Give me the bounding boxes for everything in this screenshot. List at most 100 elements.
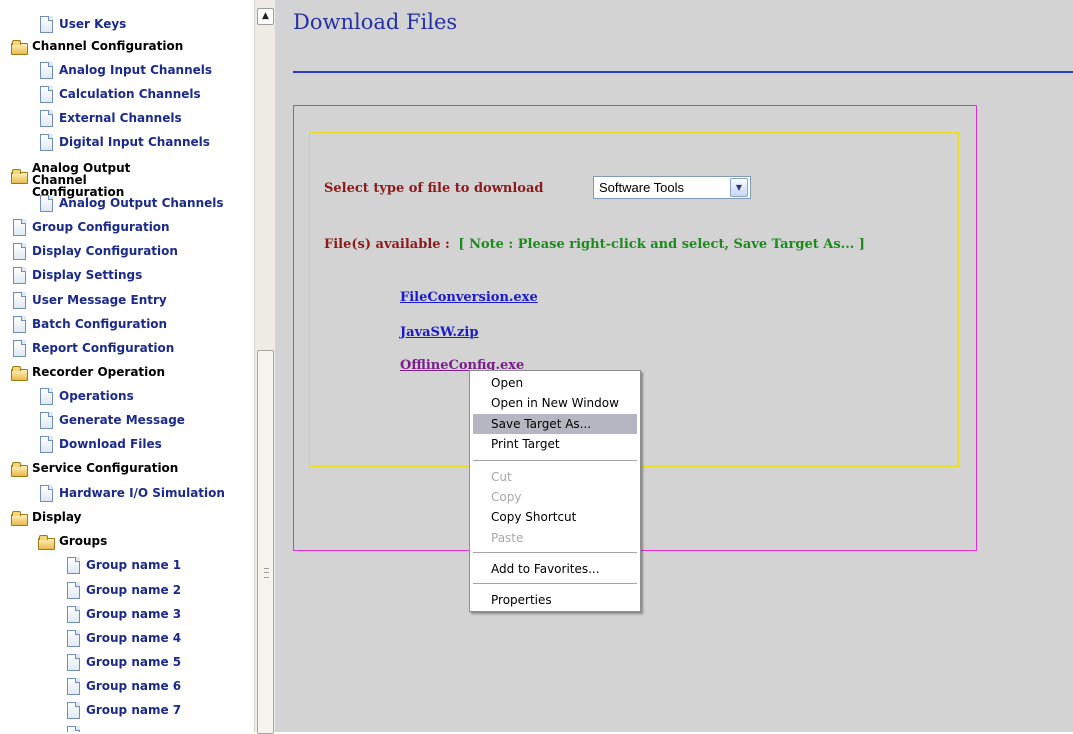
- tree-item-label: Batch Configuration: [32, 317, 168, 331]
- tree-item-label: Report Configuration: [32, 341, 175, 355]
- tree-item-label: Group Configuration: [32, 220, 170, 234]
- tree-item-report-configuration[interactable]: Report Configuration: [11, 337, 174, 359]
- tree-item-label: Digital Input Channels: [59, 135, 210, 149]
- tree-folder-service-configuration[interactable]: Service Configuration: [11, 457, 178, 479]
- tree-item-digital-input-channels[interactable]: Digital Input Channels: [38, 131, 210, 153]
- page-icon: [38, 110, 54, 127]
- file-link-javasw[interactable]: JavaSW.zip: [400, 325, 478, 340]
- tree-item-label: Group name 5: [86, 655, 182, 669]
- page-icon: [11, 340, 27, 357]
- page-icon: [38, 195, 54, 212]
- tree-item-external-channels[interactable]: External Channels: [38, 107, 182, 129]
- menu-item-copy-shortcut[interactable]: Copy Shortcut: [473, 507, 637, 527]
- menu-item-cut: Cut: [491, 470, 512, 484]
- folder-open-icon: [11, 38, 28, 55]
- tree-item-analog-input-channels[interactable]: Analog Input Channels: [38, 59, 212, 81]
- tree-folder-recorder-operation[interactable]: Recorder Operation: [11, 361, 165, 383]
- menu-separator: [473, 583, 637, 584]
- tree-folder-display[interactable]: Display: [11, 506, 81, 528]
- context-menu: Open Open in New Window Save Target As..…: [469, 370, 641, 612]
- navigation-tree: User Keys Channel Configuration Analog I…: [0, 0, 254, 732]
- tree-item-group-name-2[interactable]: Group name 2: [65, 579, 181, 601]
- page-icon: [65, 678, 81, 695]
- tree-item-user-keys[interactable]: User Keys: [38, 13, 126, 35]
- tree-item-batch-configuration[interactable]: Batch Configuration: [11, 313, 167, 335]
- menu-item-save-target-as[interactable]: Save Target As...: [473, 414, 637, 434]
- tree-folder-channel-configuration[interactable]: Channel Configuration: [11, 35, 183, 57]
- tree-item-group-name-7[interactable]: Group name 7: [65, 699, 181, 721]
- tree-item-label: Group name 7: [86, 703, 182, 717]
- page-icon: [65, 630, 81, 647]
- tree-item-label: User Keys: [59, 17, 127, 31]
- page-title: Download Files: [293, 10, 458, 34]
- page-icon: [65, 557, 81, 574]
- page-icon: [38, 62, 54, 79]
- tree-item-download-files[interactable]: Download Files: [38, 433, 162, 455]
- tree-folder-groups[interactable]: Groups: [38, 530, 107, 552]
- tree-item-operations[interactable]: Operations: [38, 385, 134, 407]
- page-icon: [38, 86, 54, 103]
- tree-item-generate-message[interactable]: Generate Message: [38, 409, 185, 431]
- tree-item-label: Group name 1: [86, 558, 182, 572]
- folder-open-icon: [11, 167, 28, 184]
- tree-item-display-configuration[interactable]: Display Configuration: [11, 240, 178, 262]
- page-icon: [11, 219, 27, 236]
- save-target-note: [ Note : Please right-click and select, …: [458, 237, 865, 252]
- folder-open-icon: [11, 509, 28, 526]
- menu-item-properties[interactable]: Properties: [473, 590, 637, 610]
- folder-open-icon: [11, 364, 28, 381]
- scroll-up-button[interactable]: ▲: [257, 8, 274, 25]
- tree-item-label: Group name 4: [86, 631, 182, 645]
- page-icon: [65, 726, 81, 732]
- menu-item-open[interactable]: Open: [473, 373, 637, 393]
- menu-item-open-new-window[interactable]: Open in New Window: [473, 393, 637, 413]
- files-available-label: File(s) available :: [324, 237, 450, 252]
- tree-folder-analog-output-channel-configuration[interactable]: Analog Output Channel Configuration: [11, 160, 211, 198]
- page-icon: [11, 267, 27, 284]
- chevron-down-icon[interactable]: ▼: [730, 178, 748, 197]
- tree-item-label: Group name 3: [86, 607, 182, 621]
- tree-item-user-message-entry[interactable]: User Message Entry: [11, 289, 167, 311]
- tree-item-group-name-6[interactable]: Group name 6: [65, 675, 181, 697]
- page-icon: [65, 702, 81, 719]
- file-link-fileconversion[interactable]: FileConversion.exe: [400, 290, 538, 305]
- tree-item-hardware-io-simulation[interactable]: Hardware I/O Simulation: [38, 482, 225, 504]
- file-type-label: Select type of file to download: [324, 181, 544, 196]
- tree-item-group-name-1[interactable]: Group name 1: [65, 554, 181, 576]
- tree-item-group-name-4[interactable]: Group name 4: [65, 627, 181, 649]
- tree-item-label: User Message Entry: [32, 293, 167, 307]
- tree-item-label: Calculation Channels: [59, 87, 201, 101]
- tree-item-group-name-5[interactable]: Group name 5: [65, 651, 181, 673]
- main-content: Download Files Select type of file to do…: [275, 0, 1073, 732]
- folder-open-icon: [38, 533, 55, 550]
- menu-item-add-to-favorites[interactable]: Add to Favorites...: [473, 559, 637, 579]
- tree-item-label: Groups: [59, 534, 108, 548]
- files-available-row: File(s) available : [ Note : Please righ…: [324, 237, 865, 252]
- tree-item-label: Display Configuration: [32, 244, 178, 258]
- tree-item-label: External Channels: [59, 111, 182, 125]
- tree-scrollbar[interactable]: ▲: [254, 0, 275, 734]
- tree-item-group-name-3[interactable]: Group name 3: [65, 603, 181, 625]
- tree-item-group-configuration[interactable]: Group Configuration: [11, 216, 170, 238]
- tree-item-label: Display Settings: [32, 268, 143, 282]
- tree-item-label: Group name 2: [86, 583, 182, 597]
- page-icon: [38, 134, 54, 151]
- page-icon: [11, 316, 27, 333]
- page-icon: [38, 412, 54, 429]
- tree-item-label: Analog Output Channels: [59, 196, 224, 210]
- menu-item-copy: Copy: [491, 490, 522, 504]
- menu-item-print-target[interactable]: Print Target: [473, 434, 637, 454]
- menu-separator: [473, 552, 637, 553]
- tree-item-display-settings[interactable]: Display Settings: [11, 264, 142, 286]
- tree-item-partial: [65, 723, 81, 732]
- scroll-thumb[interactable]: [257, 350, 274, 734]
- tree-item-label: Recorder Operation: [32, 365, 166, 379]
- tree-item-analog-output-channels[interactable]: Analog Output Channels: [38, 192, 224, 214]
- tree-item-calculation-channels[interactable]: Calculation Channels: [38, 83, 201, 105]
- tree-item-label: Group name 6: [86, 679, 182, 693]
- page-icon: [38, 388, 54, 405]
- folder-open-icon: [11, 460, 28, 477]
- tree-item-label: Operations: [59, 389, 134, 403]
- file-type-select[interactable]: Software Tools ▼: [593, 176, 751, 199]
- tree-item-label: Service Configuration: [32, 461, 179, 475]
